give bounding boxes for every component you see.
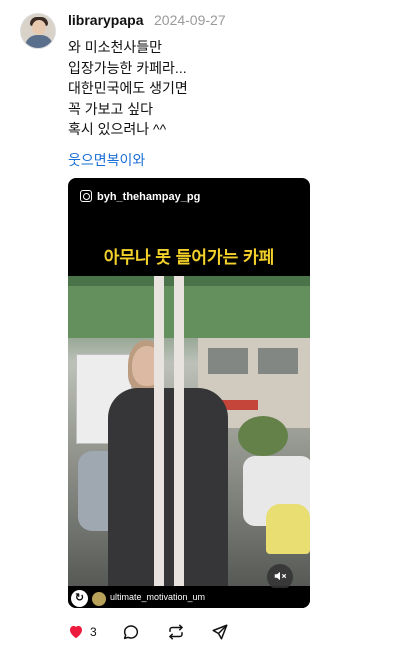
like-count: 3 [90,625,97,639]
source-name: ultimate_motivation_um [110,592,206,602]
send-icon [212,624,228,640]
post-text-line: 와 미소천사들만 [68,39,163,55]
post-text-line: 혹시 있으려나 ^^ [68,121,167,137]
repost-icon: ↻ [71,590,88,607]
instagram-icon [80,190,92,202]
post-text-line: 입장가능한 카페라... [68,59,187,76]
instagram-handle-text: byh_thehampay_pg [97,191,201,203]
heart-icon [70,625,82,639]
video-caption: 아무나 못 들어가는 카페 [103,248,275,267]
hashtag-link[interactable]: 웃으면복이와 [68,150,145,170]
avatar-body [25,35,53,48]
avatar-face [32,20,46,35]
repost-button[interactable] [167,622,185,642]
video-player[interactable]: byh_thehampay_pg 아무나 못 들어가는 카페 ↻ ultimat… [68,178,310,608]
glass-door [68,276,310,586]
instagram-handle: byh_thehampay_pg [80,190,200,203]
speaker-muted-icon [274,571,287,581]
repost-icon [169,624,183,640]
post-date: 2024-09-27 [154,12,226,28]
post-text-line: 꼭 가보고 싶다 [68,100,154,117]
post-text-line: 대한민국에도 생기면 [68,80,188,96]
username[interactable]: librarypapa [68,12,143,28]
share-button[interactable] [211,622,229,642]
source-logo [92,592,106,606]
avatar[interactable] [20,13,56,49]
comment-icon [123,625,139,640]
post-text: 와 미소천사들만 입장가능한 카페라... 대한민국에도 생기면 꼭 가보고 싶… [68,37,388,140]
action-bar: 3 [68,622,268,642]
mute-button[interactable] [267,564,293,590]
video-frame [68,276,310,586]
reply-button[interactable] [122,622,140,642]
